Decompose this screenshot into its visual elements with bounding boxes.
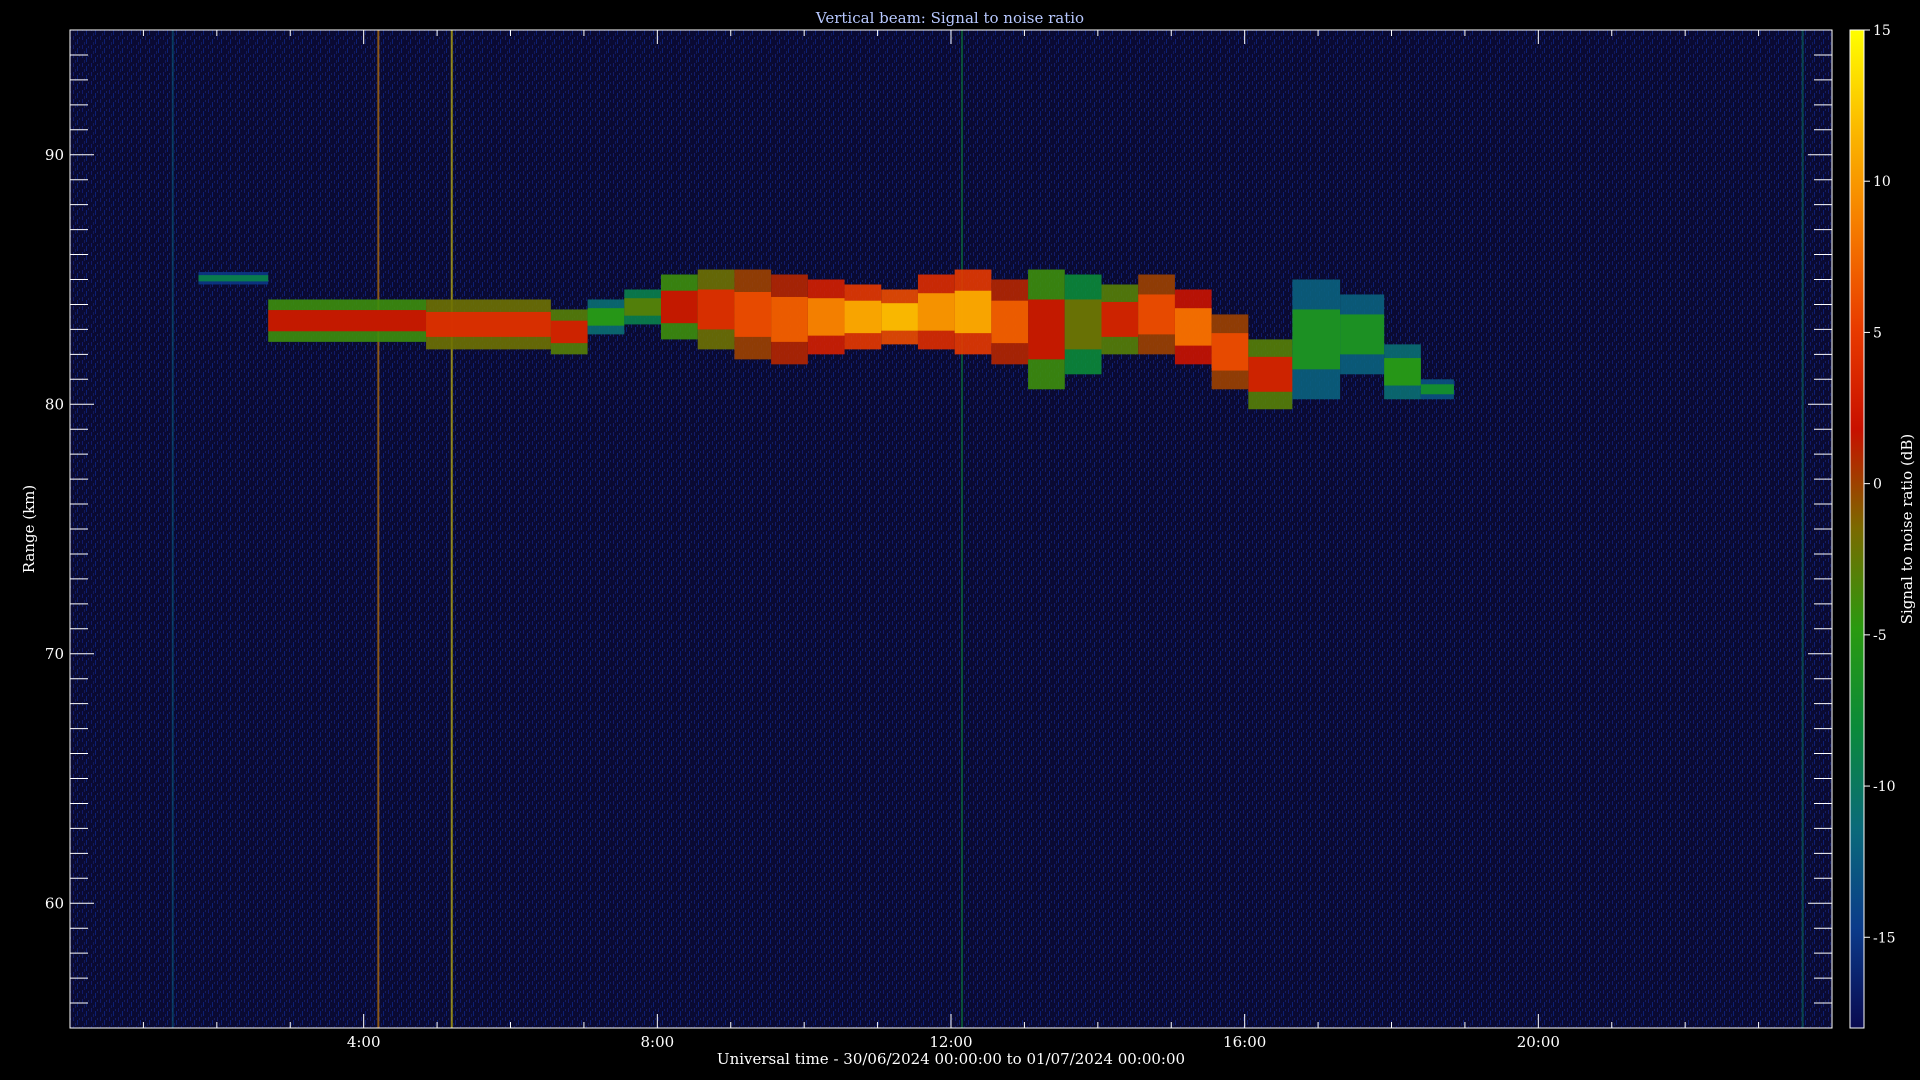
echo-cell	[807, 298, 845, 336]
interference-line	[450, 30, 453, 1028]
interference-line	[961, 30, 964, 1028]
colorbar-tick-label: -10	[1873, 779, 1896, 795]
echo-cell	[1340, 314, 1385, 355]
colorbar-label: Signal to noise ratio (dB)	[1898, 434, 1916, 625]
echo-cell	[198, 275, 269, 282]
colorbar-tick-label: 5	[1873, 325, 1882, 341]
echo-cell	[881, 303, 918, 331]
echo-cell	[1101, 301, 1139, 337]
noise-background	[70, 30, 1832, 1028]
echo-cell	[1211, 333, 1249, 371]
y-tick-label: 90	[45, 146, 64, 164]
colorbar-tick-label: -5	[1873, 628, 1887, 644]
x-tick-label: 12:00	[929, 1033, 972, 1051]
colorbar-ticks: 15 10 5 0 -5 -10 -15	[1864, 23, 1896, 946]
echo-cell	[268, 310, 427, 332]
echo-cell	[1064, 299, 1102, 350]
echo-cell	[1292, 309, 1341, 370]
echo-cell	[954, 290, 992, 334]
echo-cell	[1138, 294, 1175, 335]
echo-cell	[587, 308, 625, 326]
x-tick-label: 4:00	[347, 1033, 381, 1051]
echo-cell	[1174, 308, 1212, 346]
echo-cell	[1028, 299, 1065, 360]
echo-cell	[917, 293, 955, 331]
echo-cell	[844, 300, 882, 334]
chart-title: Vertical beam: Signal to noise ratio	[815, 9, 1084, 27]
colorbar-tick-label: 10	[1873, 174, 1891, 190]
echo-cell	[1420, 384, 1454, 395]
x-tick-label: 20:00	[1517, 1033, 1560, 1051]
echo-cell	[991, 300, 1029, 344]
colorbar-tick-label: -15	[1873, 930, 1896, 946]
interference-line	[377, 30, 380, 1028]
y-tick-label: 70	[45, 645, 64, 663]
y-tick-label: 80	[45, 395, 64, 413]
plot-area: 4:00 8:00 12:00 16:00 20:00 60 70 80 90	[45, 29, 1833, 1051]
x-axis-label: Universal time - 30/06/2024 00:00:00 to …	[717, 1050, 1185, 1068]
colorbar-scale	[1849, 29, 1865, 1029]
echo-cell	[771, 296, 808, 342]
colorbar-tick-label: 15	[1873, 23, 1891, 39]
echo-cell	[624, 298, 662, 316]
echo-cell	[426, 311, 551, 337]
echo-cell	[661, 290, 698, 324]
echo-cell	[550, 320, 588, 344]
snr-chart: Vertical beam: Signal to noise ratio 4:0…	[20, 9, 1916, 1068]
x-tick-label: 16:00	[1223, 1033, 1266, 1051]
y-tick-label: 60	[45, 894, 64, 912]
colorbar: 15 10 5 0 -5 -10 -15 Signal to noise ratio (dB…	[1849, 23, 1916, 1029]
colorbar-tick-label: 0	[1873, 477, 1882, 493]
interference-line	[171, 30, 174, 1028]
echo-cell	[697, 289, 735, 330]
x-tick-label: 8:00	[640, 1033, 674, 1051]
echo-cell	[1248, 356, 1293, 392]
echo-cell	[734, 291, 772, 337]
echo-cell	[1384, 358, 1421, 386]
y-axis-label: Range (km)	[20, 485, 38, 574]
interference-line	[1801, 30, 1804, 1028]
